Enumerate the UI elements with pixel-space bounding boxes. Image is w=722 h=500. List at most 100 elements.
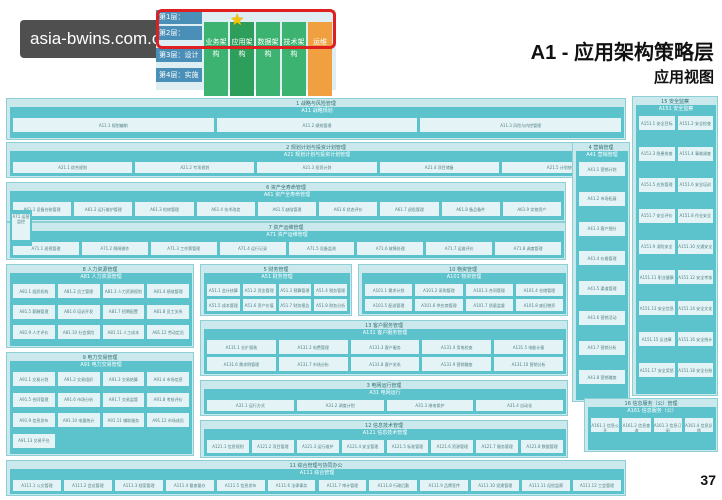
app-box: A81.6 培训开发: [57, 304, 100, 319]
app-box: A21.4 项目储备: [379, 162, 499, 173]
app-box: A151.12 安全考核: [677, 270, 713, 285]
app-box: A51.3 预算管理: [278, 284, 312, 296]
app-box: A41.3 客户细分: [579, 221, 625, 236]
app-box: A101.7 质量监督: [465, 299, 513, 311]
domain-d16: 16 信息服务（公）管理 A161 信息服务（公） A161.1 信息公开 A161.…: [584, 398, 718, 452]
app-box: A101.3 合同管理: [465, 284, 513, 296]
app-box: A81.11 人工成本: [102, 325, 145, 340]
app-box: A91.3 交易结算: [102, 372, 145, 386]
domain-d3: 3 电网运行管理 A31 电网运行 A31.1 运行方式 A31.2 调度计划 A31.…: [200, 380, 568, 416]
group-d2: A21 规划计划与投资计划管理 A21.1 综合规划 A21.2 专项规划 A21.3…: [10, 151, 624, 176]
app-box: A61.8 备品备件: [441, 202, 500, 216]
domain-d4: 4 营销管理 A41 营销管理 A41.1 营销计划 A41.2 市场拓展 A41.3 …: [572, 142, 630, 402]
app-box: A51.8 财务分析: [314, 299, 347, 311]
app-box: A121.7 服务管理: [476, 440, 519, 453]
app-box: A131.3 客户服务: [350, 340, 420, 354]
app-box: A131.8 客户关系: [350, 357, 420, 371]
domain-title: 13 客户服务管理: [365, 323, 403, 329]
app-box: A151.11 职业健康: [639, 270, 675, 285]
app-box: A31.1 运行方式: [207, 400, 294, 411]
app-box: A21.2 专项规划: [135, 162, 255, 173]
app-box: A151.8 作业安全: [677, 208, 713, 223]
app-box: A101.8 废旧物资: [515, 299, 563, 311]
group-title: A101 物资管理: [446, 274, 482, 280]
app-box: A81.10 社会保险: [57, 325, 100, 340]
app-box: A91.13 交易平台: [13, 433, 55, 448]
app-box: A51.5 成本管理: [207, 299, 240, 311]
app-box: A121.6 资源管理: [431, 440, 474, 453]
highlight-frame: [156, 9, 336, 49]
page-subtitle: 应用视图: [653, 69, 714, 86]
app-box: A71.3 工作票管理: [150, 242, 217, 255]
app-box: A51.1 会计核算: [207, 284, 240, 296]
group-title: A131 客户服务管理: [362, 330, 408, 336]
app-box: A61.7 退役管理: [380, 202, 439, 216]
app-box: A131.1 业扩报装: [207, 340, 276, 354]
app-box: A111.10 党建管理: [471, 480, 520, 491]
domain-d10: 10 物资管理 A101 物资管理 A101.1 需求计划 A101.2 采购管理 A1…: [358, 264, 568, 316]
domain-title: 15 安全监察: [661, 99, 689, 105]
app-box: A91.1 交易计划: [13, 372, 55, 386]
group-title: A41 营销管理: [586, 152, 618, 158]
app-box: A61.3 检修管理: [135, 202, 194, 216]
app-box: A111.5 信息发布: [216, 480, 265, 491]
domain-title: 4 营销管理: [588, 145, 614, 151]
app-box: A131.5 电能计量: [494, 340, 563, 354]
app-box: A11.1 规划编制: [13, 118, 214, 132]
domain-d11: 11 综合管理与协同办公 A111 综合管理 A111.1 公文管理 A111.2 会…: [6, 460, 626, 496]
domain-title: 16 信息服务（公）管理: [624, 401, 678, 407]
app-box: A51.6 资产价值: [242, 299, 276, 311]
app-box: A111.3 档案管理: [114, 480, 163, 491]
app-box: A41.2 市场拓展: [579, 191, 625, 206]
domain-d12: 12 信息技术管理 A121 信息技术管理 A121.1 信息规划 A121.2 项目…: [200, 420, 568, 458]
domain-title: 10 物资管理: [449, 267, 477, 273]
app-box: A31.2 调度计划: [296, 400, 384, 411]
domain-d2: 2 规划计划与投资计划管理 A21 规划计划与投资计划管理 A21.1 综合规划 A2…: [6, 142, 626, 178]
app-box: A81.2 员工管理: [57, 284, 100, 298]
domain-title: 5 财务管理: [263, 267, 289, 273]
app-box: A91.6 市场分析: [57, 392, 100, 407]
group-title: A111 综合管理: [299, 470, 335, 476]
group-title: A71 资产运维管理: [266, 232, 308, 238]
page-number: 37: [700, 472, 716, 488]
app-box: A111.12 工会管理: [573, 480, 621, 491]
group-d10: A101 物资管理 A101.1 需求计划 A101.2 采购管理 A101.3 合同…: [362, 273, 566, 314]
app-box: A151.13 安全信息: [639, 301, 675, 316]
app-box: A71.2 倒闸操作: [81, 242, 148, 255]
group-d7: A71 资产运维管理 A71.1 巡视管理 A71.2 倒闸操作 A71.3 工作票管…: [10, 231, 564, 258]
group-title: A61 资产全寿命管理: [263, 192, 311, 198]
group-title: A161 信息服务（公）: [627, 408, 677, 414]
app-box: A61.5 缺陷管理: [257, 202, 317, 216]
group-d6: A61 资产全寿命管理 A61.1 设备台账管理 A61.2 运行维护管理 A61.3…: [10, 191, 564, 220]
app-box: A111.2 会议管理: [63, 480, 112, 491]
app-box: A71.8 调度管理: [495, 242, 561, 255]
group-d11: A111 综合管理 A111.1 公文管理 A111.2 会议管理 A111.3 档案…: [10, 469, 624, 494]
app-box: A91.9 信息发布: [13, 413, 55, 427]
app-box: A151.1 安全目标: [639, 116, 675, 130]
operations-monitor-group: A71 运营监控: [10, 210, 32, 246]
app-box: A91.5 合同管理: [13, 392, 55, 407]
app-box: A51.7 财务报告: [278, 299, 312, 311]
app-box: A91.2 交易组织: [57, 372, 100, 386]
app-box: A131.4 用电检查: [422, 340, 492, 354]
app-box: A61.2 运行维护管理: [74, 202, 133, 216]
app-box: A151.15 反违章: [639, 332, 675, 347]
app-box: A121.4 安全管理: [341, 440, 384, 453]
app-box: A91.11 辅助服务: [102, 413, 145, 427]
app-box: A111.11 纪检监察: [522, 480, 571, 491]
app-box: A131.2 电费管理: [278, 340, 348, 354]
app-box: A111.8 行政后勤: [369, 480, 418, 491]
domain-title: 8 人力资源管理: [82, 267, 118, 273]
app-box: A101.6 供应商管理: [415, 299, 463, 311]
group-title: A151 安全监察: [658, 106, 694, 112]
app-box: A121.5 标准管理: [386, 440, 429, 453]
domain-title: 9 电力交易管理: [82, 355, 118, 361]
domain-title: 7 资产运维管理: [268, 225, 304, 231]
app-box: A41.6 营销活动: [579, 310, 625, 325]
group-d16: A161 信息服务（公） A161.1 信息公开 A161.2 信息查询 A161.3…: [588, 407, 716, 450]
domain-d7: 7 资产运维管理 A71 资产运维管理 A71.1 巡视管理 A71.2 倒闸操作 A7…: [6, 222, 566, 260]
app-box: A81.8 员工关系: [147, 304, 189, 319]
app-box: A91.8 考核评价: [147, 392, 189, 407]
group-title: A81 人力资源管理: [80, 274, 122, 280]
app-box: A21.1 综合规划: [13, 162, 133, 173]
